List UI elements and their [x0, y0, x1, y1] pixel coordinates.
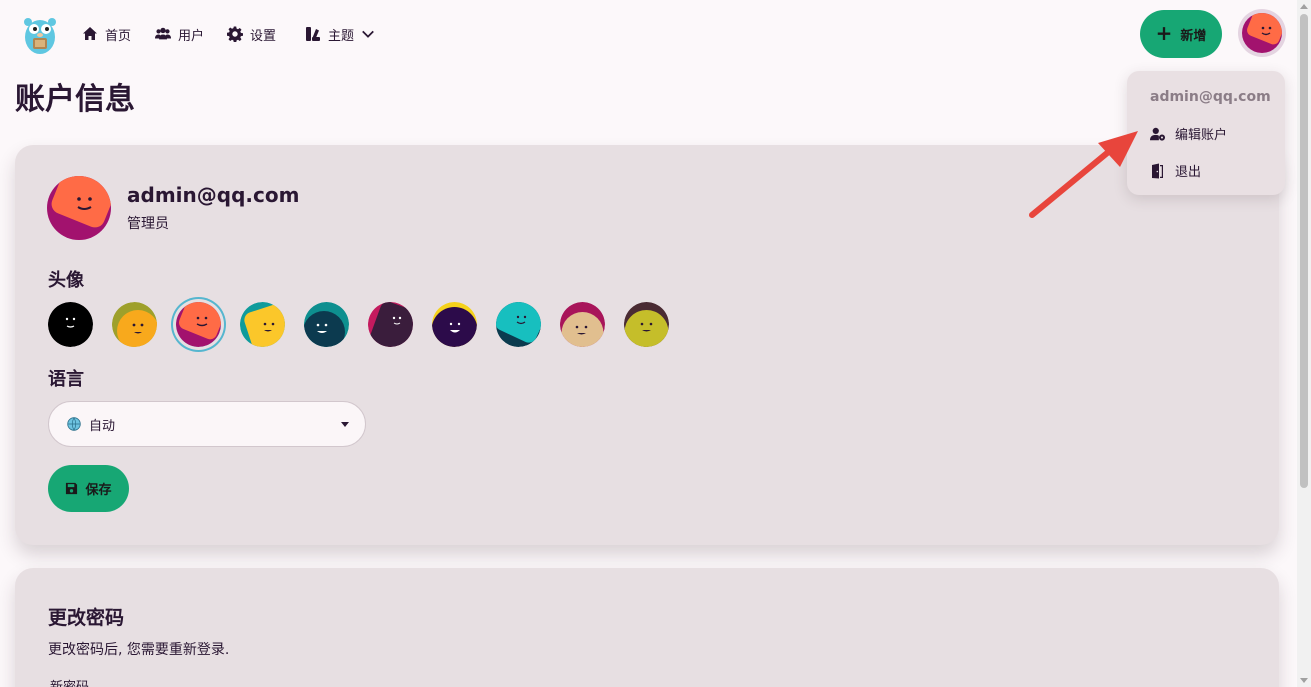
logout-label: 退出 [1175, 165, 1202, 180]
nav-home[interactable]: 首页 [82, 24, 131, 44]
edit-account-label: 编辑账户 [1175, 128, 1228, 143]
avatar-option[interactable] [624, 302, 669, 347]
avatar-option[interactable] [368, 302, 413, 347]
nav-users[interactable]: 用户 [155, 24, 204, 44]
avatar-picker [48, 302, 669, 347]
nav-settings-label: 设置 [250, 28, 277, 44]
nav-users-label: 用户 [178, 28, 205, 44]
user-avatar-button[interactable] [1238, 9, 1286, 57]
profile-email: admin@qq.com [127, 183, 300, 207]
page-title: 账户信息 [15, 82, 135, 117]
scroll-down-arrow-icon[interactable] [1300, 678, 1308, 683]
nav-home-label: 首页 [105, 28, 132, 44]
avatar-option[interactable] [48, 302, 93, 347]
chevron-down-icon [362, 30, 374, 38]
nav-theme-dropdown[interactable]: 主题 [305, 24, 375, 44]
menu-user-email: admin@qq.com [1150, 89, 1271, 105]
gopher-logo[interactable] [22, 13, 58, 55]
avatar-option[interactable] [432, 302, 477, 347]
scrollbar-thumb[interactable] [1300, 14, 1308, 488]
add-new-button[interactable]: + 新增 [1140, 10, 1222, 58]
globe-icon [67, 417, 81, 431]
add-new-label: 新增 [1180, 28, 1207, 44]
avatar-option-selected[interactable] [176, 302, 221, 347]
profile-avatar [47, 176, 111, 240]
avatar-option[interactable] [560, 302, 605, 347]
save-label: 保存 [85, 483, 112, 498]
save-button[interactable]: 保存 [48, 465, 129, 512]
password-section-title: 更改密码 [48, 607, 125, 629]
avatar-option[interactable] [304, 302, 349, 347]
vertical-scrollbar[interactable] [1297, 0, 1311, 687]
user-dropdown-menu: admin@qq.com 编辑账户 退出 [1127, 71, 1285, 195]
annotation-arrow [1029, 131, 1138, 218]
avatar-option[interactable] [496, 302, 541, 347]
home-icon [83, 27, 97, 40]
avatar [1242, 13, 1282, 53]
change-password-card: 更改密码 更改密码后, 您需要重新登录. 新密码 [15, 568, 1279, 687]
floppy-disk-icon [66, 482, 78, 495]
user-gear-icon [1150, 127, 1166, 141]
profile-role: 管理员 [127, 216, 169, 232]
door-open-icon [1152, 163, 1163, 178]
plus-icon: + [1155, 21, 1173, 45]
caret-down-icon [341, 422, 349, 427]
top-navbar: 首页 用户 设置 主题 + 新增 [0, 0, 1297, 68]
new-password-label: 新密码 [50, 676, 89, 687]
avatar-option[interactable] [240, 302, 285, 347]
nav-settings[interactable]: 设置 [227, 24, 276, 44]
users-icon [155, 27, 171, 40]
palette-icon [306, 27, 320, 41]
nav-theme-label: 主题 [328, 28, 355, 44]
gear-icon [227, 26, 243, 42]
language-select[interactable]: 自动 [48, 401, 366, 447]
avatar-option[interactable] [112, 302, 157, 347]
language-select-value: 自动 [89, 418, 116, 434]
scroll-up-arrow-icon[interactable] [1300, 4, 1308, 9]
language-section-label: 语言 [48, 369, 84, 390]
logout-menu-item[interactable]: 退出 [1150, 161, 1201, 180]
edit-account-menu-item[interactable]: 编辑账户 [1150, 124, 1227, 143]
avatar-section-label: 头像 [48, 270, 84, 291]
password-section-description: 更改密码后, 您需要重新登录. [48, 642, 230, 658]
